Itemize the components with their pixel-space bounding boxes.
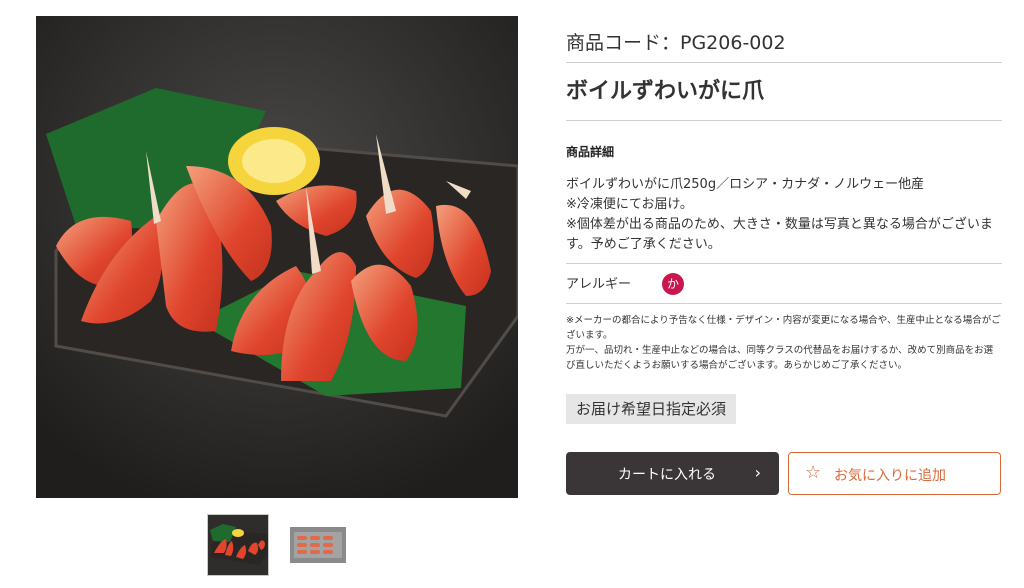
- add-to-cart-label: カートに入れる: [618, 467, 716, 483]
- description-line: ※冷凍便にてお届け。: [566, 197, 693, 212]
- allergy-label: アレルギー: [566, 277, 632, 292]
- add-to-favorites-label: お気に入りに追加: [834, 468, 946, 484]
- add-to-cart-button[interactable]: カートに入れる ›: [566, 452, 779, 495]
- delivery-date-required-badge: お届け希望日指定必須: [566, 394, 737, 424]
- description-line: ボイルずわいがに爪250g／ロシア・カナダ・ノルウェー他産: [566, 177, 925, 192]
- add-to-favorites-button[interactable]: ☆ お気に入りに追加: [788, 452, 1001, 495]
- allergy-crab-badge: か: [662, 273, 684, 295]
- main-product-image: [36, 16, 518, 498]
- description-line: ※個体差が出る商品のため、大きさ・数量は写真と異なる場合がございます。予めご了承…: [566, 217, 993, 252]
- divider: [566, 120, 1002, 121]
- divider: [566, 62, 1002, 63]
- product-notice: ※メーカーの都合により予告なく仕様・デザイン・内容が変更になる場合や、生産中止と…: [566, 313, 1002, 373]
- thumbnail-plated-crab[interactable]: [207, 514, 269, 576]
- chevron-right-icon: ›: [754, 463, 761, 482]
- thumbnail-packaged-crab[interactable]: [290, 527, 346, 563]
- notice-line: ※メーカーの都合により予告なく仕様・デザイン・内容が変更になる場合や、生産中止と…: [566, 315, 1001, 341]
- star-outline-icon: ☆: [805, 462, 822, 483]
- product-name: ボイルずわいがに爪: [566, 79, 765, 104]
- product-code: 商品コード：PG206-002: [566, 32, 786, 54]
- divider: [566, 263, 1002, 264]
- product-description: ボイルずわいがに爪250g／ロシア・カナダ・ノルウェー他産 ※冷凍便にてお届け。…: [566, 175, 1002, 255]
- divider: [566, 303, 1002, 304]
- product-detail-label: 商品詳細: [566, 145, 615, 159]
- notice-line: 万が一、品切れ・生産中止などの場合は、同等クラスの代替品をお届けするか、改めて別…: [566, 345, 994, 371]
